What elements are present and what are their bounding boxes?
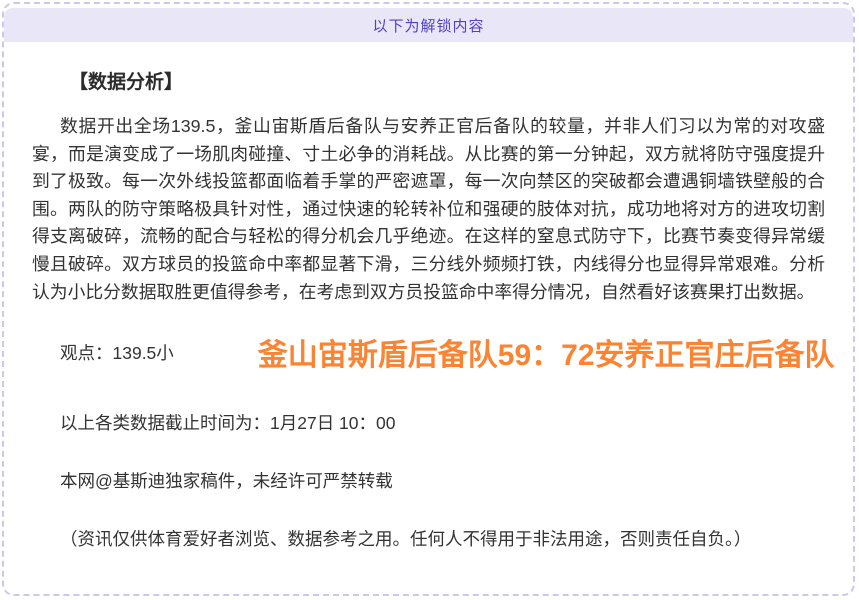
- disclaimer-line: （资讯仅供体育爱好者浏览、数据参考之用。任何人不得用于非法用途，否则责任自负。）: [32, 526, 825, 551]
- viewpoint-row: 观点：139.5小 釜山宙斯盾后备队59：72安养正官庄后备队: [32, 330, 825, 374]
- score-highlight: 釜山宙斯盾后备队59：72安养正官庄后备队: [258, 330, 835, 374]
- viewpoint-label: 观点：139.5小: [60, 340, 174, 365]
- section-title: 【数据分析】: [32, 67, 825, 94]
- data-deadline-line: 以上各类数据截止时间为：1月27日 10：00: [32, 410, 825, 435]
- unlocked-content-panel: 以下为解锁内容 【数据分析】 数据开出全场139.5，釜山宙斯盾后备队与安养正官…: [2, 2, 855, 596]
- copyright-line: 本网@基斯迪独家稿件，未经许可严禁转载: [32, 468, 825, 493]
- unlock-banner-text: 以下为解锁内容: [372, 15, 484, 36]
- article-body: 【数据分析】 数据开出全场139.5，釜山宙斯盾后备队与安养正官后备队的较量，并…: [4, 67, 853, 551]
- analysis-paragraph: 数据开出全场139.5，釜山宙斯盾后备队与安养正官后备队的较量，并非人们习以为常…: [32, 113, 825, 306]
- unlock-banner: 以下为解锁内容: [4, 8, 853, 42]
